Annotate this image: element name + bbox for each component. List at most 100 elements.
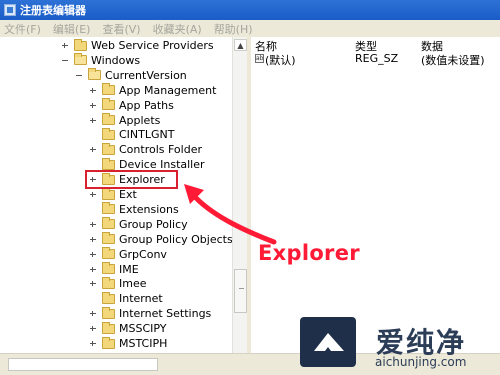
tree-item[interactable]: Controls Folder [90,142,202,157]
tree-item[interactable]: GrpConv [90,247,167,262]
menu-view[interactable]: 查看(V) [102,21,140,37]
folder-icon [102,98,115,111]
expand-icon[interactable] [90,87,97,94]
folder-icon [74,53,87,66]
folder-icon [102,291,115,304]
expand-icon[interactable] [90,191,97,198]
no-expander [90,161,97,168]
registry-editor-icon [4,4,16,16]
tree-item-label: Windows [91,53,141,67]
folder-icon [102,336,115,349]
tree-item-label: Extensions [119,202,179,216]
red-arrow-icon [184,184,277,245]
collapse-icon[interactable] [76,72,83,79]
tree-item[interactable]: Internet Settings [90,306,211,321]
tree-item-label: CINTLGNT [119,128,175,142]
folder-icon [102,187,115,200]
expand-icon[interactable] [90,236,97,243]
tree-item-label: Internet [119,292,163,306]
folder-icon [102,247,115,260]
scroll-up-button[interactable]: ▲ [234,39,247,51]
expand-icon[interactable] [90,340,97,347]
folder-icon [102,276,115,289]
tree-item-label: MSSCIPY [119,322,167,336]
folder-icon [102,306,115,319]
folder-icon [74,38,87,51]
expand-icon[interactable] [90,146,97,153]
menu-edit[interactable]: 编辑(E) [53,21,91,37]
expand-icon[interactable] [90,221,97,228]
tree-item-label: Imee [119,277,147,291]
value-list-header: 名称 类型 数据 [251,37,500,53]
expand-icon[interactable] [90,310,97,317]
watermark-url: aichunjing.com [375,355,467,369]
string-value-icon: ab [255,54,264,63]
window-title: 注册表编辑器 [20,4,86,17]
thumb-grip-icon [239,288,244,289]
folder-icon [102,262,115,274]
tree-item-label: App Paths [119,98,174,112]
tree-item[interactable]: App Management [90,83,216,98]
tree-item-label: Ext [119,188,137,201]
folder-icon [102,83,115,96]
tree-item[interactable]: Windows [62,53,140,68]
collapse-icon[interactable] [62,57,69,64]
tree-item[interactable]: Applets [90,113,160,128]
tree-item[interactable]: CINTLGNT [90,127,174,142]
scroll-thumb[interactable] [234,269,247,313]
menu-help[interactable]: 帮助(H) [214,21,253,37]
tree-item[interactable]: Group Policy [90,217,188,232]
tree-item-label: CurrentVersion [105,68,187,82]
tree-item[interactable]: Web Service Providers [62,38,214,53]
folder-icon [102,202,115,215]
expand-icon[interactable] [90,251,97,258]
folder-icon [102,232,115,245]
expand-icon[interactable] [90,117,97,124]
tree-item[interactable]: MSTCIPH [90,336,167,351]
menu-favorites[interactable]: 收藏夹(A) [153,21,202,37]
tree-item[interactable]: IME [90,262,139,277]
value-name: (默认) [265,54,296,67]
tree-item-label: App Management [119,83,217,97]
value-row[interactable]: ab (默认) REG_SZ (数值未设置) [251,52,500,67]
folder-icon [102,142,115,155]
expand-icon[interactable] [90,266,97,273]
no-expander [90,206,97,213]
tree-item[interactable]: MSSCIPY [90,321,167,336]
value-data: (数值未设置) [421,54,485,67]
title-bar: 注册表编辑器 [0,0,500,20]
menu-bar: 文件(F) 编辑(E) 查看(V) 收藏夹(A) 帮助(H) [0,20,500,37]
tree-item-label: Web Service Providers [91,39,214,52]
tree-item[interactable]: Extensions [90,202,179,217]
expand-icon[interactable] [90,102,97,109]
explorer-callout: Explorer [258,241,360,265]
tree-item[interactable]: Ext [90,187,137,202]
folder-icon [102,217,115,230]
tree-item[interactable]: Imee [90,276,147,291]
tree-item-label: GrpConv [119,247,167,261]
folder-icon [102,157,115,170]
folder-icon [102,127,115,140]
no-expander [90,295,97,302]
expand-icon[interactable] [90,280,97,287]
tree-item-label: Controls Folder [119,143,202,157]
folder-icon [102,113,115,125]
folder-icon [88,68,101,81]
brand-logo-icon [300,317,356,367]
no-expander [90,131,97,138]
menu-file[interactable]: 文件(F) [4,21,41,37]
tree-item-label: IME [119,262,139,276]
tree-item-label: MSTCIPH [119,337,168,350]
site-watermark: 爱纯净 aichunjing.com [300,313,496,373]
horizontal-scroll-thumb[interactable] [8,358,158,371]
tree-item[interactable]: Internet [90,291,163,306]
expand-icon[interactable] [90,325,97,332]
tree-item[interactable]: CurrentVersion [76,68,187,83]
expand-icon[interactable] [62,42,69,49]
value-type: REG_SZ [355,52,399,65]
folder-icon [102,321,115,334]
tree-item-label: Internet Settings [119,307,212,321]
tree-item[interactable]: App Paths [90,98,174,113]
tree-item-label: Applets [119,113,161,127]
explorer-highlight-box [85,170,178,189]
